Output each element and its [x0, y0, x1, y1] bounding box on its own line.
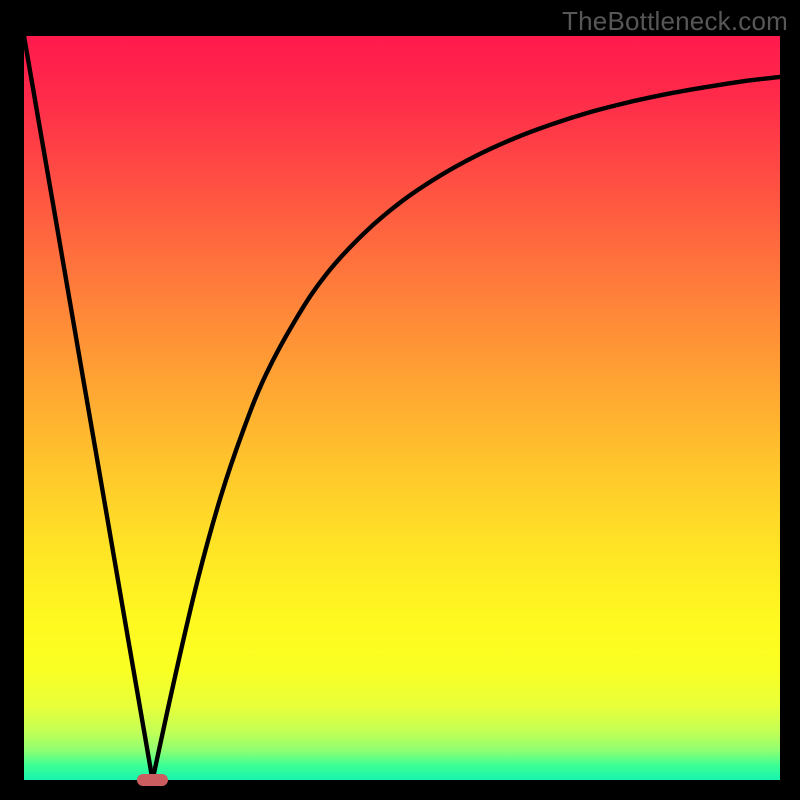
gradient-plot-area	[24, 36, 780, 780]
curve-left-branch	[24, 36, 153, 780]
watermark-text: TheBottleneck.com	[562, 6, 788, 37]
chart-container: TheBottleneck.com	[0, 0, 800, 800]
curve-right-branch	[153, 77, 780, 780]
bottleneck-curve-svg	[24, 36, 780, 780]
curve-minimum-marker	[137, 774, 167, 786]
